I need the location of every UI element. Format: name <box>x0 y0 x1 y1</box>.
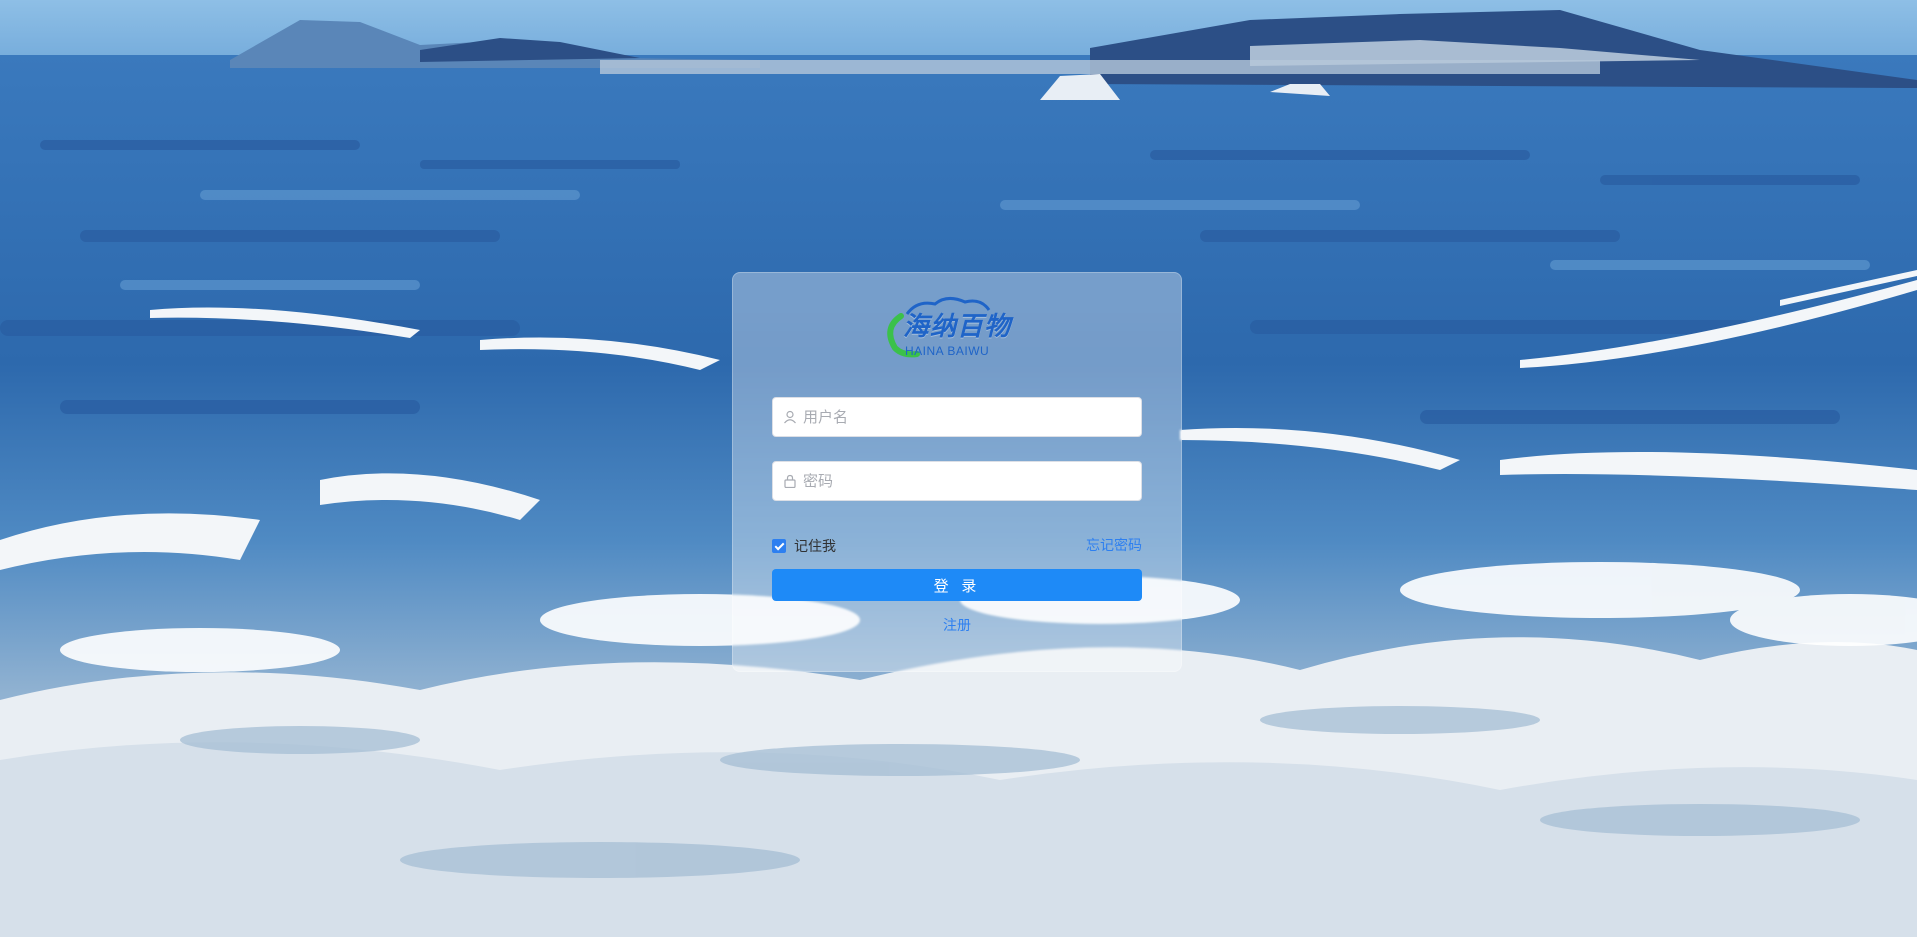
brand-logo: 海纳百物 HAINA BAIWU <box>877 294 1037 360</box>
remember-me-label: 记住我 <box>794 539 836 555</box>
user-icon <box>784 410 796 424</box>
lock-icon <box>784 474 796 488</box>
password-field[interactable] <box>772 461 1142 501</box>
checkbox-checked-icon[interactable] <box>772 539 786 553</box>
brand-name: 海纳百物 <box>903 312 1012 342</box>
forgot-password-link[interactable]: 忘记密码 <box>1086 535 1142 555</box>
username-field[interactable] <box>772 397 1142 437</box>
username-input[interactable] <box>803 398 1133 436</box>
remember-me-checkbox[interactable]: 记住我 <box>772 537 836 555</box>
login-card: 海纳百物 HAINA BAIWU 记住我 忘记密码 登 录 注册 <box>732 272 1182 672</box>
register-link[interactable]: 注册 <box>732 615 1182 635</box>
login-button[interactable]: 登 录 <box>772 569 1142 601</box>
brand-subtitle: HAINA BAIWU <box>905 344 990 358</box>
password-input[interactable] <box>803 462 1133 500</box>
